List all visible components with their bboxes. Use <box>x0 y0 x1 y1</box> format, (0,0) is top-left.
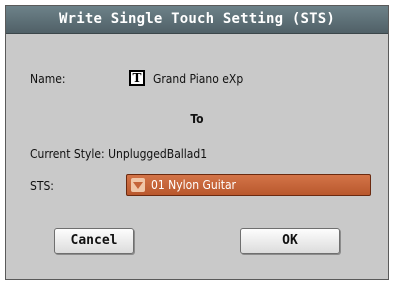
current-style: Current Style: UnpluggedBallad1 <box>30 147 207 161</box>
ok-button[interactable]: OK <box>240 228 340 254</box>
sts-selected-value: 01 Nylon Guitar <box>151 178 236 192</box>
cancel-button[interactable]: Cancel <box>54 228 134 254</box>
sts-select[interactable]: 01 Nylon Guitar <box>126 174 371 196</box>
dialog-title: Write Single Touch Setting (STS) <box>6 6 388 34</box>
current-style-value: UnpluggedBallad1 <box>108 147 208 161</box>
write-sts-dialog: Write Single Touch Setting (STS) Name: T… <box>5 5 389 280</box>
to-label: To <box>190 112 204 126</box>
text-edit-icon[interactable]: T <box>129 70 145 86</box>
sts-label: STS: <box>30 179 54 193</box>
chevron-down-icon[interactable] <box>131 178 145 192</box>
name-value: Grand Piano eXp <box>153 72 244 86</box>
name-label: Name: <box>30 72 66 86</box>
current-style-label: Current Style: <box>30 147 105 161</box>
